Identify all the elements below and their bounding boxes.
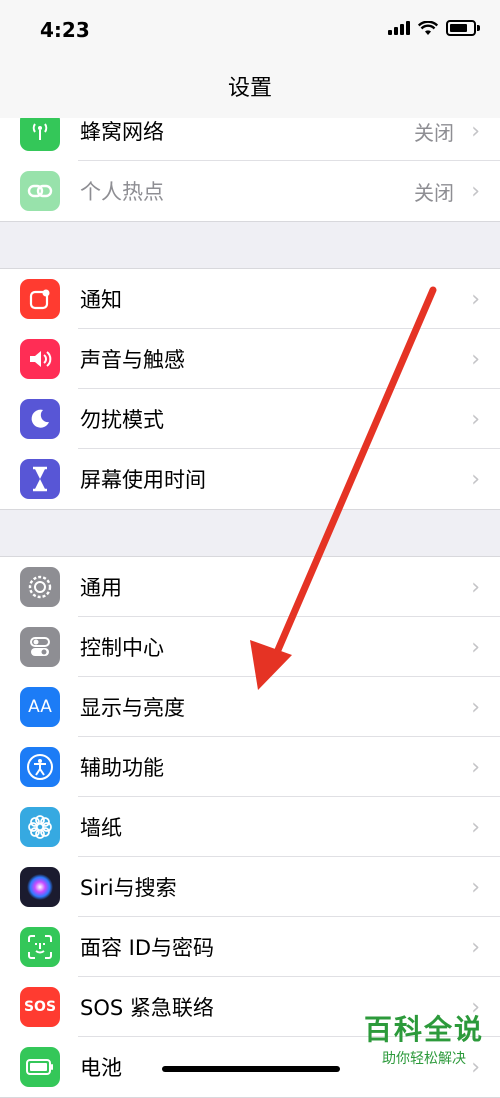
settings-item-label: 显示与亮度 bbox=[80, 696, 185, 720]
wifi-icon bbox=[418, 20, 438, 35]
settings-item-hotspot[interactable]: 个人热点 关闭 › bbox=[0, 161, 500, 221]
chevron-right-icon: › bbox=[471, 694, 480, 720]
notification-icon bbox=[20, 279, 60, 319]
settings-item-display[interactable]: AA 显示与亮度 › bbox=[0, 677, 500, 737]
speaker-icon bbox=[20, 339, 60, 379]
status-icons bbox=[388, 20, 480, 36]
chevron-right-icon: › bbox=[471, 346, 480, 372]
chevron-right-icon: › bbox=[471, 814, 480, 840]
chevron-right-icon: › bbox=[471, 406, 480, 432]
watermark-title: 百科全说 bbox=[363, 1013, 484, 1046]
settings-item-label: 声音与触感 bbox=[80, 348, 185, 372]
settings-group-network: 蜂窝网络 关闭 › 个人热点 关闭 › bbox=[0, 100, 500, 222]
home-indicator[interactable] bbox=[162, 1066, 340, 1072]
settings-item-label: 墙纸 bbox=[80, 816, 122, 840]
settings-item-label: 面容 ID与密码 bbox=[80, 936, 215, 960]
flower-icon bbox=[20, 807, 60, 847]
settings-item-label: 勿扰模式 bbox=[80, 408, 164, 432]
settings-item-control-center[interactable]: 控制中心 › bbox=[0, 617, 500, 677]
settings-item-notifications[interactable]: 通知 › bbox=[0, 269, 500, 329]
chevron-right-icon: › bbox=[471, 874, 480, 900]
settings-item-face-id[interactable]: 面容 ID与密码 › bbox=[0, 917, 500, 977]
hourglass-icon bbox=[20, 459, 60, 499]
settings-item-label: 屏幕使用时间 bbox=[80, 468, 206, 492]
settings-item-do-not-disturb[interactable]: 勿扰模式 › bbox=[0, 389, 500, 449]
status-bar: 4:23 bbox=[0, 0, 500, 62]
text-size-icon: AA bbox=[20, 687, 60, 727]
watermark: 百科全说 助你轻松解决 bbox=[364, 1008, 484, 1068]
nav-bar: 设置 bbox=[0, 62, 500, 118]
settings-item-value: 关闭 bbox=[414, 180, 454, 205]
chevron-right-icon: › bbox=[471, 286, 480, 312]
settings-item-sounds[interactable]: 声音与触感 › bbox=[0, 329, 500, 389]
chevron-right-icon: › bbox=[471, 754, 480, 780]
status-time: 4:23 bbox=[40, 18, 90, 42]
settings-item-label: 电池 bbox=[80, 1056, 122, 1080]
settings-item-label: 蜂窝网络 bbox=[80, 120, 164, 144]
moon-icon bbox=[20, 399, 60, 439]
settings-item-label: 辅助功能 bbox=[80, 756, 164, 780]
settings-item-label: 控制中心 bbox=[80, 636, 164, 660]
accessibility-icon bbox=[20, 747, 60, 787]
settings-item-label: 通知 bbox=[80, 288, 122, 312]
settings-item-label: 通用 bbox=[80, 576, 122, 600]
battery-status-icon bbox=[446, 20, 480, 36]
settings-item-siri[interactable]: Siri与搜索 › bbox=[0, 857, 500, 917]
settings-group-notifications: 通知 › 声音与触感 › 勿扰模式 › 屏幕使用时间 › bbox=[0, 268, 500, 510]
siri-icon bbox=[20, 867, 60, 907]
settings-item-wallpaper[interactable]: 墙纸 › bbox=[0, 797, 500, 857]
settings-list: 蜂窝网络 关闭 › 个人热点 关闭 › 通知 › 声音与触感 › 勿扰模式 › … bbox=[0, 100, 500, 1098]
page-title: 设置 bbox=[227, 76, 272, 101]
chevron-right-icon: › bbox=[471, 934, 480, 960]
settings-item-label: Siri与搜索 bbox=[80, 876, 177, 900]
chevron-right-icon: › bbox=[471, 118, 480, 144]
settings-item-value: 关闭 bbox=[414, 120, 454, 145]
settings-item-general[interactable]: 通用 › bbox=[0, 557, 500, 617]
battery-icon bbox=[20, 1047, 60, 1087]
settings-item-screen-time[interactable]: 屏幕使用时间 › bbox=[0, 449, 500, 509]
signal-icon bbox=[388, 21, 410, 35]
chevron-right-icon: › bbox=[471, 574, 480, 600]
chevron-right-icon: › bbox=[471, 634, 480, 660]
chevron-right-icon: › bbox=[471, 178, 480, 204]
chevron-right-icon: › bbox=[471, 466, 480, 492]
sos-icon: SOS bbox=[20, 987, 60, 1027]
watermark-subtitle: 助你轻松解决 bbox=[381, 1051, 466, 1067]
settings-item-accessibility[interactable]: 辅助功能 › bbox=[0, 737, 500, 797]
face-id-icon bbox=[20, 927, 60, 967]
settings-item-label: 个人热点 bbox=[80, 180, 164, 204]
toggles-icon bbox=[20, 627, 60, 667]
gear-icon bbox=[20, 567, 60, 607]
settings-item-label: SOS 紧急联络 bbox=[80, 996, 214, 1020]
hotspot-link-icon bbox=[20, 171, 60, 211]
